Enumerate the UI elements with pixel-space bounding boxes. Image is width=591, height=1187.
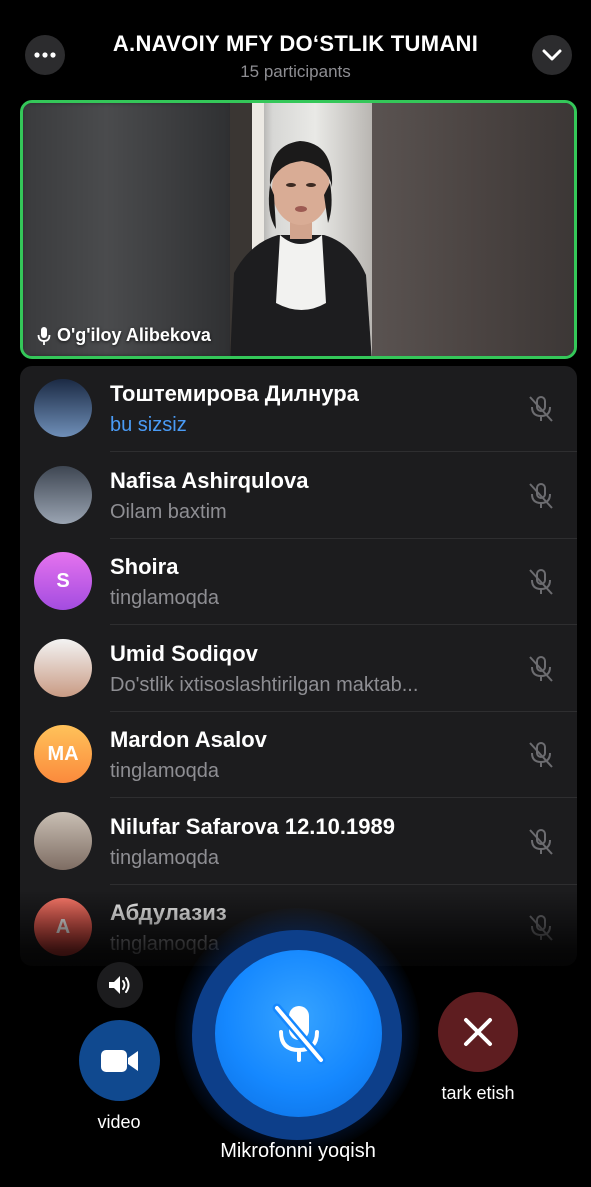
video-blur-left — [23, 103, 231, 356]
participant-status: bu sizsiz — [110, 414, 187, 436]
participant-row[interactable]: Umid Sodiqov Do'stlik ixtisoslashtirilgan… — [20, 626, 577, 712]
mic-button-label: Mikrofonni yoqish — [220, 1140, 376, 1162]
participant-row[interactable]: Тоштемирова Дилнура bu sizsiz — [20, 366, 577, 452]
collapse-button[interactable] — [532, 35, 572, 75]
video-camera-icon — [100, 1049, 138, 1072]
active-speaker-video[interactable]: O'g'iloy Alibekova — [20, 100, 577, 359]
call-title: A.NAVOIY MFY DO‘STLIK TUMANI — [112, 31, 479, 56]
speaker-button[interactable] — [97, 962, 143, 1008]
participant-avatar: MA — [34, 725, 92, 783]
video-button-label: video — [97, 1112, 141, 1132]
chevron-down-icon — [542, 49, 562, 61]
participant-name: Umid Sodiqov — [110, 640, 258, 666]
participants-count: 15 participants — [240, 62, 351, 81]
call-header: A.NAVOIY MFY DO‘STLIK TUMANI 15 particip… — [0, 0, 591, 95]
participant-name: Nilufar Safarova 12.10.1989 — [110, 813, 395, 839]
microphone-icon — [37, 326, 51, 345]
speaker-figure — [230, 103, 372, 356]
muted-microphone-icon — [526, 567, 556, 597]
microphone-muted-icon — [272, 1003, 325, 1064]
participant-avatar — [34, 379, 92, 437]
speaker-video-frame — [230, 103, 372, 356]
leave-call-button[interactable] — [438, 992, 518, 1072]
participant-status: tinglamoqda — [110, 846, 219, 869]
participant-status: Oilam baxtim — [110, 500, 227, 523]
muted-microphone-icon — [526, 481, 556, 511]
participant-status: Do'stlik ixtisoslashtirilgan maktab... — [110, 673, 419, 696]
participant-avatar — [34, 638, 92, 697]
speaker-volume-icon — [109, 976, 130, 994]
participant-avatar: S — [34, 552, 92, 610]
muted-microphone-icon — [526, 654, 556, 684]
participant-status: tinglamoqda — [110, 587, 219, 609]
close-x-icon — [464, 1018, 492, 1046]
participant-row[interactable]: Nilufar Safarova 12.10.1989 tinglamoqda — [20, 799, 577, 885]
participant-name: Shoira — [110, 554, 179, 579]
participant-status: tinglamoqda — [110, 760, 219, 782]
muted-microphone-icon — [526, 394, 556, 424]
participant-row[interactable]: Nafisa Ashirqulova Oilam baxtim — [20, 453, 577, 539]
video-blur-right — [371, 103, 574, 356]
speaker-name-label: O'g'iloy Alibekova — [37, 325, 211, 346]
leave-button-label: tark etish — [441, 1083, 515, 1103]
participant-row[interactable]: S Shoira tinglamoqda — [20, 539, 577, 625]
speaker-name: O'g'iloy Alibekova — [57, 325, 211, 345]
participant-avatar — [34, 465, 92, 524]
participant-name: Тоштемирова Дилнура — [110, 381, 359, 406]
participant-row[interactable]: MA Mardon Asalov tinglamoqda — [20, 712, 577, 798]
muted-microphone-icon — [526, 740, 556, 770]
participant-list[interactable]: Тоштемирова Дилнура bu sizsiz Nafisa Ashir… — [20, 366, 577, 966]
video-button[interactable] — [79, 1020, 160, 1101]
unmute-microphone-button[interactable] — [215, 950, 382, 1117]
participant-name: Nafisa Ashirqulova — [110, 467, 309, 493]
participant-avatar — [34, 811, 92, 870]
muted-microphone-icon — [526, 827, 556, 857]
participant-name: Mardon Asalov — [110, 727, 267, 752]
